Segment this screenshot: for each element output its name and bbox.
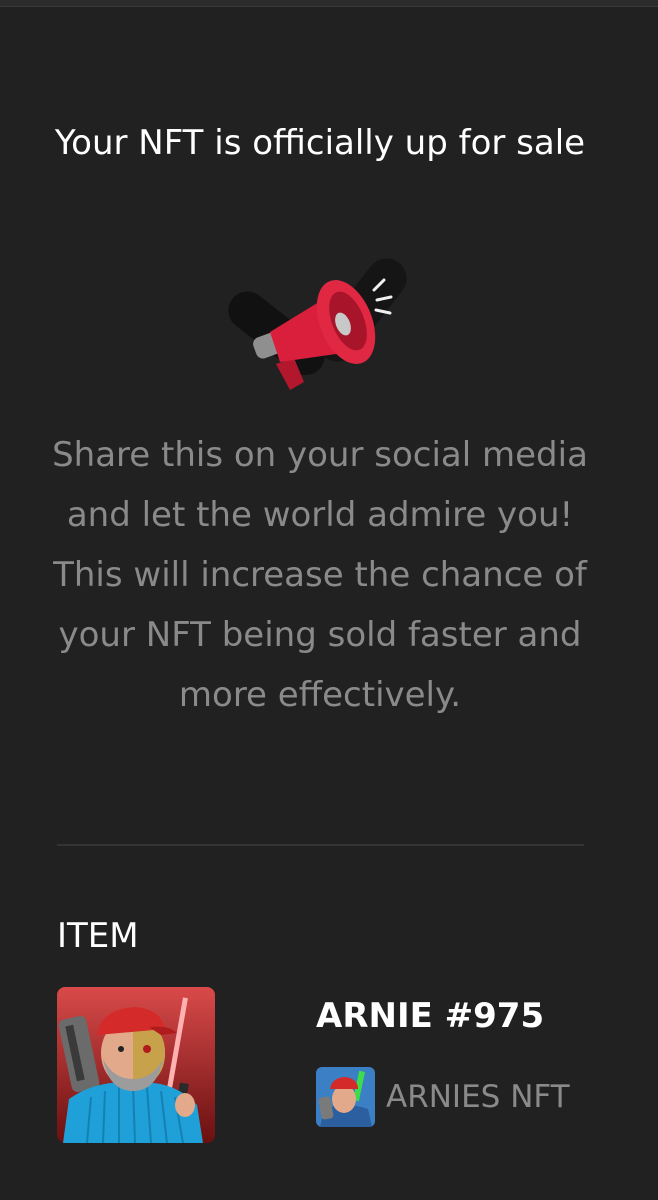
collection-avatar-icon — [316, 1067, 375, 1127]
nft-thumbnail[interactable] — [57, 987, 215, 1143]
collection-name: ARNIES NFT — [386, 1079, 570, 1115]
divider — [57, 844, 584, 846]
top-bar — [0, 0, 658, 7]
nft-title: ARNIE #975 — [316, 996, 545, 1036]
share-message: Share this on your social media and let … — [52, 435, 588, 715]
collection-link[interactable]: ARNIES NFT — [316, 1066, 570, 1128]
item-section-heading: ITEM — [57, 916, 139, 956]
page-title: Your NFT is officially up for sale — [54, 123, 586, 163]
megaphone-icon — [228, 258, 407, 390]
